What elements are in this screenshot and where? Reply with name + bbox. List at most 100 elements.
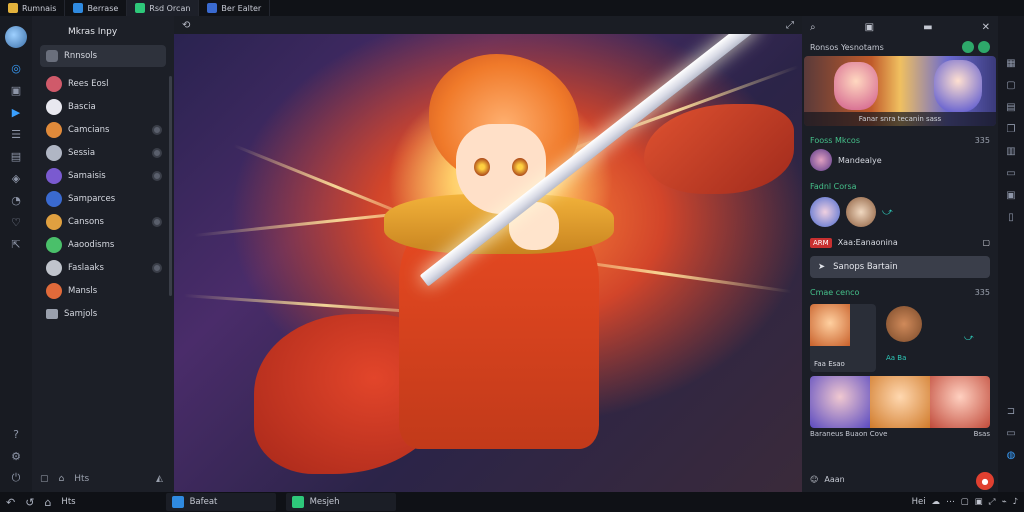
status-pill[interactable] — [962, 41, 974, 53]
refresh-icon[interactable]: ⟲ — [182, 20, 190, 31]
more-icon[interactable]: ⋯ — [946, 497, 955, 507]
taskbar-app-1[interactable]: Mesjeh — [285, 493, 396, 511]
thumbnail[interactable] — [930, 376, 990, 428]
emoji-icon[interactable]: ☺ — [810, 475, 818, 484]
sidebar-item-label: Rees Eosl — [68, 79, 109, 89]
arrow-icon: ➤ — [818, 262, 826, 272]
folder-icon[interactable]: ⊐ — [1004, 404, 1018, 418]
sidebar-item-5[interactable]: Samaisis — [40, 165, 166, 187]
tab-3[interactable]: Ber Ealter — [199, 0, 271, 16]
item-avatar — [46, 99, 62, 115]
layers-icon[interactable]: ▤ — [1004, 100, 1018, 114]
card-thumbnail — [886, 306, 922, 342]
sidebar-item-10[interactable]: Mansls — [40, 280, 166, 302]
sidebar-item-0[interactable]: Rnnsols — [40, 45, 166, 67]
sidebar-item-9[interactable]: Faslaaks — [40, 257, 166, 279]
heart-icon[interactable]: ♡ — [8, 214, 24, 230]
right-footer: ☺ Aaan — [810, 470, 990, 488]
thumbnail[interactable] — [810, 376, 870, 428]
file-icon[interactable]: ▤ — [8, 148, 24, 164]
undo-icon[interactable]: ↺ — [25, 496, 34, 509]
tab-0[interactable]: Rumnais — [0, 0, 66, 16]
tab-2[interactable]: Rsd Orcan — [127, 0, 200, 16]
cloud-icon[interactable]: ☁ — [932, 497, 941, 507]
sidebar-item-2[interactable]: Bascia — [40, 96, 166, 118]
card-label: Faa Esao — [814, 360, 845, 368]
expand-icon[interactable]: ⤢ — [989, 497, 996, 507]
window-icon[interactable]: ▢ — [961, 497, 969, 507]
sidebar-item-8[interactable]: Aaoodisms — [40, 234, 166, 256]
tab-1[interactable]: Berrase — [65, 0, 128, 16]
back-icon[interactable]: ↶ — [6, 496, 15, 509]
tile-icon[interactable]: ▣ — [1004, 188, 1018, 202]
video-icon[interactable]: ▶ — [8, 104, 24, 120]
screen-icon[interactable]: ▭ — [1004, 426, 1018, 440]
link-icon[interactable]: ⤻ — [882, 207, 893, 218]
globe-icon[interactable]: ◍ — [1004, 448, 1018, 462]
stack-icon[interactable]: ▥ — [1004, 144, 1018, 158]
grid-icon[interactable]: ▦ — [1004, 56, 1018, 70]
avatar[interactable] — [846, 197, 876, 227]
sidebar-item-3[interactable]: Camcians — [40, 119, 166, 141]
tab-label: Rsd Orcan — [149, 3, 191, 13]
network-icon[interactable]: ⌁ — [1001, 497, 1006, 507]
section-title: Fooss Mkcos — [810, 135, 860, 145]
inbox-icon[interactable]: ▣ — [8, 82, 24, 98]
taskbar-app-label: Mesjeh — [309, 497, 340, 507]
list-item[interactable]: Mandealye — [802, 148, 998, 172]
sidebar-item-label: Samaisis — [68, 171, 106, 181]
avatar[interactable] — [810, 197, 840, 227]
frame-icon[interactable]: ▭ — [1004, 166, 1018, 180]
status-pill[interactable] — [978, 41, 990, 53]
share-icon[interactable]: ⇱ — [8, 236, 24, 252]
taskbar-app-0[interactable]: Bafeat — [165, 493, 276, 511]
section-header: Fooss Mkcos 335 — [802, 132, 998, 148]
volume-icon[interactable]: ♪ — [1013, 497, 1018, 507]
settings-icon[interactable]: ⚙ — [8, 448, 24, 464]
window-icon[interactable]: ▢ — [1004, 78, 1018, 92]
sidebar-item-label: Faslaaks — [68, 263, 104, 273]
strip-caption-left: Baraneus Buaon Cove — [810, 430, 888, 438]
badge-icon[interactable]: ⌂ — [59, 474, 65, 484]
home-icon[interactable]: ◎ — [8, 60, 24, 76]
home-icon[interactable]: ⌂ — [44, 496, 51, 509]
app-icon — [207, 3, 218, 13]
copy-icon[interactable]: ❐ — [1004, 122, 1018, 136]
thumbnail[interactable] — [870, 376, 930, 428]
media-card[interactable]: Faa Esao — [810, 304, 876, 372]
right-footer-label: Aaan — [824, 474, 845, 484]
sidebar-item-1[interactable]: Rees Eosl — [40, 73, 166, 95]
sidebar-item-11[interactable]: Samjols — [40, 303, 166, 325]
hero-banner[interactable]: Fanar snra tecanin sass — [804, 56, 996, 126]
bookmark-icon[interactable]: ◈ — [8, 170, 24, 186]
expand-icon[interactable]: ⤢ — [786, 20, 794, 31]
power-icon[interactable]: ⏻ — [8, 470, 24, 486]
sidebar-scrollbar[interactable] — [169, 76, 172, 296]
picture-icon[interactable]: ▣ — [865, 22, 874, 33]
profile-avatar[interactable] — [5, 26, 27, 48]
search-icon[interactable]: ⌕ — [810, 22, 816, 33]
wide-action-button[interactable]: ➤ Sanops Bartain — [810, 256, 990, 278]
item-avatar — [46, 168, 62, 184]
sidebar-item-label: Cansons — [68, 217, 104, 227]
sidebar-item-7[interactable]: Cansons — [40, 211, 166, 233]
sidebar-item-6[interactable]: Samparces — [40, 188, 166, 210]
close-icon[interactable]: ✕ — [982, 22, 990, 33]
record-icon[interactable]: ● — [976, 472, 994, 490]
copy-icon[interactable]: ▢ — [982, 238, 990, 247]
display-icon[interactable]: ▣ — [975, 497, 983, 507]
help-icon[interactable]: ? — [8, 426, 24, 442]
left-eye — [474, 158, 490, 176]
notification-icon[interactable]: ◭ — [156, 474, 163, 484]
status-pills — [962, 41, 990, 53]
bell-icon[interactable]: ◔ — [8, 192, 24, 208]
thumbnail-strip[interactable] — [810, 376, 990, 428]
more-icon[interactable]: ▬ — [923, 22, 932, 33]
media-card[interactable]: Aa Ba — [880, 304, 930, 372]
sidebar-item-4[interactable]: Sessia — [40, 142, 166, 164]
list-icon[interactable]: ☰ — [8, 126, 24, 142]
right-panel: ⌕ ▣ ▬ ✕ Ronsos Yesnotams Fanar snra teca… — [802, 16, 998, 492]
panel-icon[interactable]: ▯ — [1004, 210, 1018, 224]
link-icon[interactable]: ⤻ — [964, 333, 974, 343]
layout-icon[interactable]: ▢ — [40, 474, 49, 484]
